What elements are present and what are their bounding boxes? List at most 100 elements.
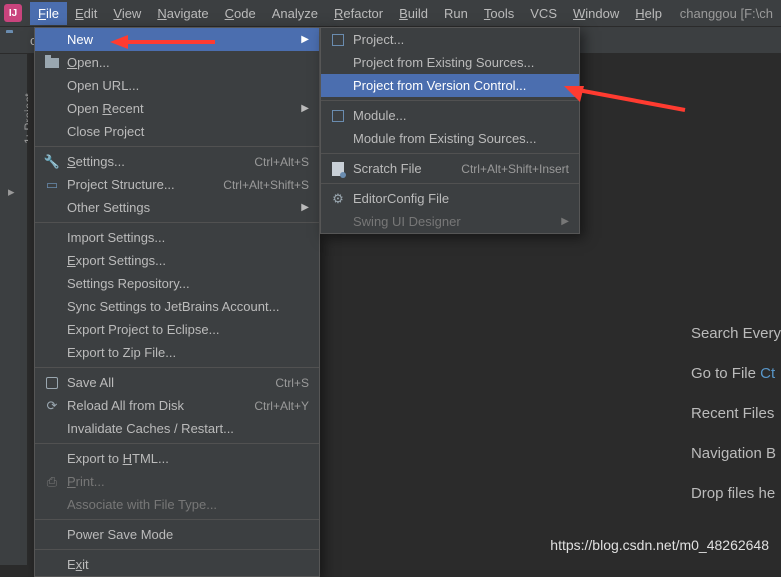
wrench-icon: 🔧	[43, 154, 61, 170]
file-menu-export-to-html[interactable]: Export to HTML...	[35, 447, 319, 470]
collapse-arrow-icon[interactable]: ▸	[8, 184, 15, 200]
menu-edit[interactable]: Edit	[67, 2, 105, 25]
menu-bar: IJ FileEditViewNavigateCodeAnalyzeRefact…	[0, 0, 781, 27]
new-menu-editorconfig-file[interactable]: ⚙EditorConfig File	[321, 187, 579, 210]
save-icon	[43, 377, 61, 389]
file-menu-other-settings[interactable]: Other Settings▶	[35, 196, 319, 219]
struct-icon: ▭	[43, 177, 61, 193]
new-menu-project-from-existing-sources[interactable]: Project from Existing Sources...	[321, 51, 579, 74]
print-icon: ⎙	[43, 474, 61, 490]
menu-item-label: Scratch File	[353, 161, 461, 176]
menu-item-label: Close Project	[67, 124, 309, 139]
file-menu-power-save-mode[interactable]: Power Save Mode	[35, 523, 319, 546]
shortcut-label: Ctrl+S	[275, 376, 309, 390]
file-menu-export-project-to-eclipse[interactable]: Export Project to Eclipse...	[35, 318, 319, 341]
file-menu-export-settings[interactable]: Export Settings...	[35, 249, 319, 272]
new-menu-project-from-version-control[interactable]: Project from Version Control...	[321, 74, 579, 97]
shortcut-label: Ctrl+Alt+Y	[254, 399, 309, 413]
menu-view[interactable]: View	[105, 2, 149, 25]
menu-item-label: Export Settings...	[67, 253, 309, 268]
menu-refactor[interactable]: Refactor	[326, 2, 391, 25]
file-menu-dropdown: New▶ Open... Open URL... Open Recent▶ Close …	[34, 27, 320, 577]
menu-item-label: Sync Settings to JetBrains Account...	[67, 299, 309, 314]
separator	[35, 519, 319, 520]
menu-item-label: Module...	[353, 108, 569, 123]
separator	[321, 153, 579, 154]
hint-recent-files: Recent Files	[691, 394, 781, 434]
separator	[35, 222, 319, 223]
menu-build[interactable]: Build	[391, 2, 436, 25]
separator	[35, 367, 319, 368]
app-icon: IJ	[4, 4, 22, 22]
menu-analyze[interactable]: Analyze	[264, 2, 326, 25]
menu-item-label: Project Structure...	[67, 177, 223, 192]
shortcut-label: Ctrl+Alt+S	[254, 155, 309, 169]
menu-item-label: Open URL...	[67, 78, 309, 93]
file-menu-settings[interactable]: 🔧 Settings...Ctrl+Alt+S	[35, 150, 319, 173]
file-menu-settings-repository[interactable]: Settings Repository...	[35, 272, 319, 295]
new-submenu-dropdown: Project... Project from Existing Sources.…	[320, 27, 580, 234]
menu-tools[interactable]: Tools	[476, 2, 522, 25]
submenu-arrow-icon: ▶	[301, 103, 309, 114]
box-icon	[329, 110, 347, 122]
tool-window-bar-left: 1: Project ▸	[0, 54, 28, 565]
file-menu-invalidate-caches-restart[interactable]: Invalidate Caches / Restart...	[35, 417, 319, 440]
watermark-text: https://blog.csdn.net/m0_48262648	[550, 537, 769, 553]
menu-item-label: Associate with File Type...	[67, 497, 309, 512]
file-menu-new[interactable]: New▶	[35, 28, 319, 51]
file-menu-import-settings[interactable]: Import Settings...	[35, 226, 319, 249]
file-menu-open-url[interactable]: Open URL...	[35, 74, 319, 97]
project-path-label: changgou [F:\ch	[680, 6, 777, 21]
menu-item-label: Save All	[67, 375, 275, 390]
separator	[35, 443, 319, 444]
file-menu-associate-with-file-type: Associate with File Type...	[35, 493, 319, 516]
file-menu-close-project[interactable]: Close Project	[35, 120, 319, 143]
menu-help[interactable]: Help	[627, 2, 670, 25]
box-icon	[329, 34, 347, 46]
new-menu-module-from-existing-sources[interactable]: Module from Existing Sources...	[321, 127, 579, 150]
submenu-arrow-icon: ▶	[561, 216, 569, 227]
separator	[35, 549, 319, 550]
file-menu-sync-settings-to-jetbrains-account[interactable]: Sync Settings to JetBrains Account...	[35, 295, 319, 318]
menu-item-label: Export Project to Eclipse...	[67, 322, 309, 337]
menu-window[interactable]: Window	[565, 2, 627, 25]
submenu-arrow-icon: ▶	[301, 34, 309, 45]
scratch-icon	[329, 162, 347, 176]
file-menu-open-recent[interactable]: Open Recent▶	[35, 97, 319, 120]
menu-item-label: Project...	[353, 32, 569, 47]
file-menu-export-to-zip-file[interactable]: Export to Zip File...	[35, 341, 319, 364]
menu-item-label: Import Settings...	[67, 230, 309, 245]
shortcut-label: Ctrl+Alt+Shift+Insert	[461, 162, 569, 176]
menu-item-label: Swing UI Designer	[353, 214, 561, 229]
submenu-arrow-icon: ▶	[301, 202, 309, 213]
separator	[35, 146, 319, 147]
menu-item-label: Export to HTML...	[67, 451, 309, 466]
new-menu-project[interactable]: Project...	[321, 28, 579, 51]
menu-item-label: Project from Existing Sources...	[353, 55, 569, 70]
file-menu-print: ⎙Print...	[35, 470, 319, 493]
menu-code[interactable]: Code	[217, 2, 264, 25]
menu-item-label: Open...	[67, 55, 309, 70]
new-menu-scratch-file[interactable]: Scratch FileCtrl+Alt+Shift+Insert	[321, 157, 579, 180]
hint-search-everywhere: Search Every	[691, 314, 781, 354]
menu-item-label: Project from Version Control...	[353, 78, 569, 93]
menu-item-label: Settings...	[67, 154, 254, 169]
menu-item-label: Power Save Mode	[67, 527, 309, 542]
new-menu-module[interactable]: Module...	[321, 104, 579, 127]
file-menu-save-all[interactable]: Save AllCtrl+S	[35, 371, 319, 394]
shortcut-label: Ctrl+Alt+Shift+S	[223, 178, 309, 192]
file-menu-open[interactable]: Open...	[35, 51, 319, 74]
file-menu-project-structure[interactable]: ▭ Project Structure...Ctrl+Alt+Shift+S	[35, 173, 319, 196]
project-folder-icon	[6, 31, 24, 49]
gear-icon: ⚙	[329, 191, 347, 207]
separator	[321, 183, 579, 184]
separator	[321, 100, 579, 101]
menu-run[interactable]: Run	[436, 2, 476, 25]
hint-go-to-file: Go to File Ct	[691, 354, 781, 394]
menu-item-label: Invalidate Caches / Restart...	[67, 421, 309, 436]
menu-file[interactable]: File	[30, 2, 67, 25]
file-menu-reload-all-from-disk[interactable]: ⟳Reload All from DiskCtrl+Alt+Y	[35, 394, 319, 417]
menu-vcs[interactable]: VCS	[522, 2, 565, 25]
menu-navigate[interactable]: Navigate	[149, 2, 216, 25]
menu-item-label: Export to Zip File...	[67, 345, 309, 360]
